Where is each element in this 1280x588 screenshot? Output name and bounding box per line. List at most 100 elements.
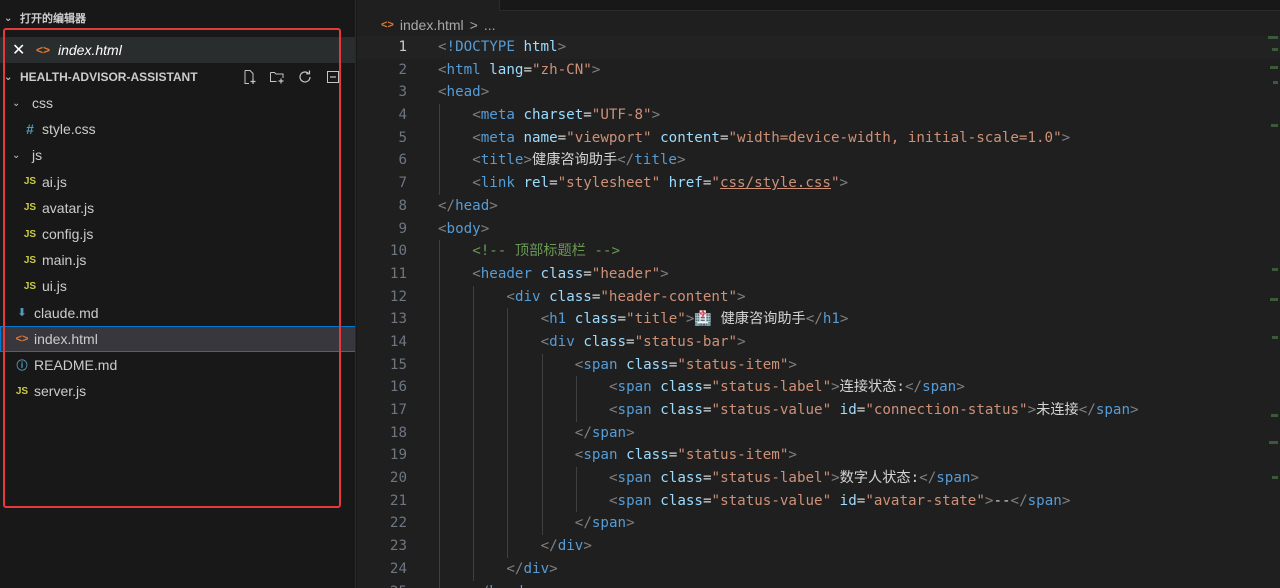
minimap-line <box>1272 268 1278 271</box>
tree-file-avatar-js[interactable]: JS avatar.js <box>0 195 355 221</box>
indent-guide <box>541 467 543 490</box>
indent-guide <box>473 421 475 445</box>
open-editor-item-index-html[interactable]: ✕ <> index.html <box>0 37 355 63</box>
code-token: < <box>472 129 481 146</box>
indent-guide <box>541 489 543 513</box>
indent-guide <box>507 308 509 331</box>
tree-file-claude-md[interactable]: ⬇ claude.md <box>0 300 355 326</box>
project-title: HEALTH-ADVISOR-ASSISTANT <box>20 70 198 84</box>
breadcrumb[interactable]: <> index.html > ... <box>381 14 496 36</box>
code-line[interactable]: 14 <div class="status-bar"> <box>357 330 1280 354</box>
code-token: class <box>660 492 703 509</box>
minimap[interactable] <box>1264 36 1280 588</box>
js-file-icon: JS <box>23 176 37 188</box>
code-line[interactable]: 3 <head> <box>357 81 1280 104</box>
code-token: = <box>557 129 567 146</box>
indent-guide <box>473 330 475 354</box>
code-token: 健康咨询助手 <box>532 152 618 169</box>
code-token: span <box>583 447 618 464</box>
code-token: h1 <box>822 311 840 328</box>
code-line[interactable]: 2 <html lang="zh-CN"> <box>357 59 1280 82</box>
code-line[interactable]: 5 <meta name="viewport" content="width=de… <box>357 126 1280 150</box>
code-line[interactable]: 15 <span class="status-item"> <box>357 353 1280 377</box>
tree-file-server-js[interactable]: JS server.js <box>0 378 355 404</box>
indent-guide <box>507 353 509 377</box>
code-token: > <box>1061 129 1071 146</box>
new-file-icon[interactable] <box>240 68 258 86</box>
line-number: 13 <box>389 311 407 328</box>
breadcrumb-separator: > <box>469 17 478 33</box>
code-text: <meta name="viewport" content="width=dev… <box>472 127 1070 150</box>
breadcrumb-file[interactable]: index.html <box>400 17 464 33</box>
code-line[interactable]: 16 <span class="status-label">连接状态:</span… <box>357 376 1280 399</box>
code-text: </span> <box>575 422 635 445</box>
code-token: "status-value" <box>711 492 832 509</box>
code-token: > <box>489 197 498 214</box>
code-line[interactable]: 18 </span> <box>357 421 1280 445</box>
indent-guide <box>439 421 440 445</box>
code-line[interactable]: 12 <div class="header-content"> <box>357 285 1280 309</box>
tree-item-label: config.js <box>42 226 94 243</box>
new-folder-icon[interactable] <box>268 68 286 86</box>
minimap-line <box>1268 36 1278 39</box>
minimap-line <box>1270 298 1278 301</box>
code-line[interactable]: 25 </header> <box>357 580 1280 588</box>
code-line[interactable]: 7 <link rel="stylesheet" href="css/style.… <box>357 172 1280 195</box>
line-number: 8 <box>398 197 407 214</box>
code-line[interactable]: 13 <h1 class="title">🏥 健康咨询助手</h1> <box>357 308 1280 331</box>
project-folder-header[interactable]: ⌄ HEALTH-ADVISOR-ASSISTANT <box>0 65 355 89</box>
code-line[interactable]: 10 <!-- 顶部标题栏 --> <box>357 240 1280 263</box>
indent-guide <box>541 376 543 399</box>
code-token: < <box>438 220 447 237</box>
code-token: < <box>609 402 618 418</box>
html-file-icon: <> <box>36 43 51 57</box>
code-line[interactable]: 20 <span class="status-label">数字人状态:</spa… <box>357 467 1280 490</box>
code-line[interactable]: 1 <!DOCTYPE html> <box>357 36 1280 59</box>
code-line[interactable]: 17 <span class="status-value" id="connect… <box>357 399 1280 422</box>
tree-file-style-css[interactable]: # style.css <box>0 116 355 142</box>
tree-item-label: avatar.js <box>42 199 95 216</box>
tree-file-ai-js[interactable]: JS ai.js <box>0 169 355 195</box>
code-line[interactable]: 21 <span class="status-value" id="avatar-… <box>357 489 1280 513</box>
code-line[interactable]: 4 <meta charset="UTF-8"> <box>357 104 1280 127</box>
tree-file-main-js[interactable]: JS main.js <box>0 247 355 273</box>
code-token: 🏥 健康咨询助手 <box>694 311 806 328</box>
tree-file-ui-js[interactable]: JS ui.js <box>0 273 355 299</box>
code-line[interactable]: 24 </div> <box>357 557 1280 581</box>
tree-file-index-html[interactable]: <> index.html <box>0 325 355 352</box>
line-number: 7 <box>398 175 407 192</box>
code-token: meta <box>480 107 515 124</box>
code-token: "viewport" <box>566 129 652 146</box>
line-number: 25 <box>357 581 407 588</box>
code-token: < <box>609 470 618 487</box>
close-icon[interactable]: ✕ <box>12 40 32 60</box>
code-token: span <box>583 356 618 373</box>
refresh-icon[interactable] <box>296 68 314 86</box>
tree-folder-css[interactable]: ⌄ css <box>0 90 355 116</box>
tree-folder-js[interactable]: ⌄ js <box>0 142 355 168</box>
code-editor: <> index.html > ... 1 <!DOCTYPE html> 2 <ht… <box>357 0 1280 588</box>
indent-guide <box>439 308 440 331</box>
tree-file-README-md[interactable]: ⓘ README.md <box>0 352 355 378</box>
code-token: = <box>702 379 712 396</box>
code-line[interactable]: 8 </head> <box>357 195 1280 218</box>
code-line[interactable]: 19 <span class="status-item"> <box>357 444 1280 468</box>
collapse-all-icon[interactable] <box>324 68 342 86</box>
open-editors-header[interactable]: ⌄ 打开的编辑器 <box>0 6 355 30</box>
line-number: 17 <box>389 402 407 418</box>
breadcrumb-more[interactable]: ... <box>484 17 496 33</box>
code-line[interactable]: 6 <title>健康咨询助手</title> <box>357 149 1280 173</box>
code-line[interactable]: 22 </span> <box>357 512 1280 536</box>
code-token: </ <box>904 379 923 396</box>
code-line[interactable]: 11 <header class="header"> <box>357 262 1280 286</box>
code-line[interactable]: 23 </div> <box>357 535 1280 558</box>
code-token: class <box>660 470 703 487</box>
tree-file-config-js[interactable]: JS config.js <box>0 221 355 247</box>
code-token: span <box>617 470 652 487</box>
code-token: class <box>574 311 618 328</box>
code-area[interactable]: 1 <!DOCTYPE html> 2 <html lang="zh-CN"> 3 <he… <box>357 36 1280 588</box>
code-line[interactable]: 9 <body> <box>357 218 1280 241</box>
indent-guide <box>507 444 509 468</box>
